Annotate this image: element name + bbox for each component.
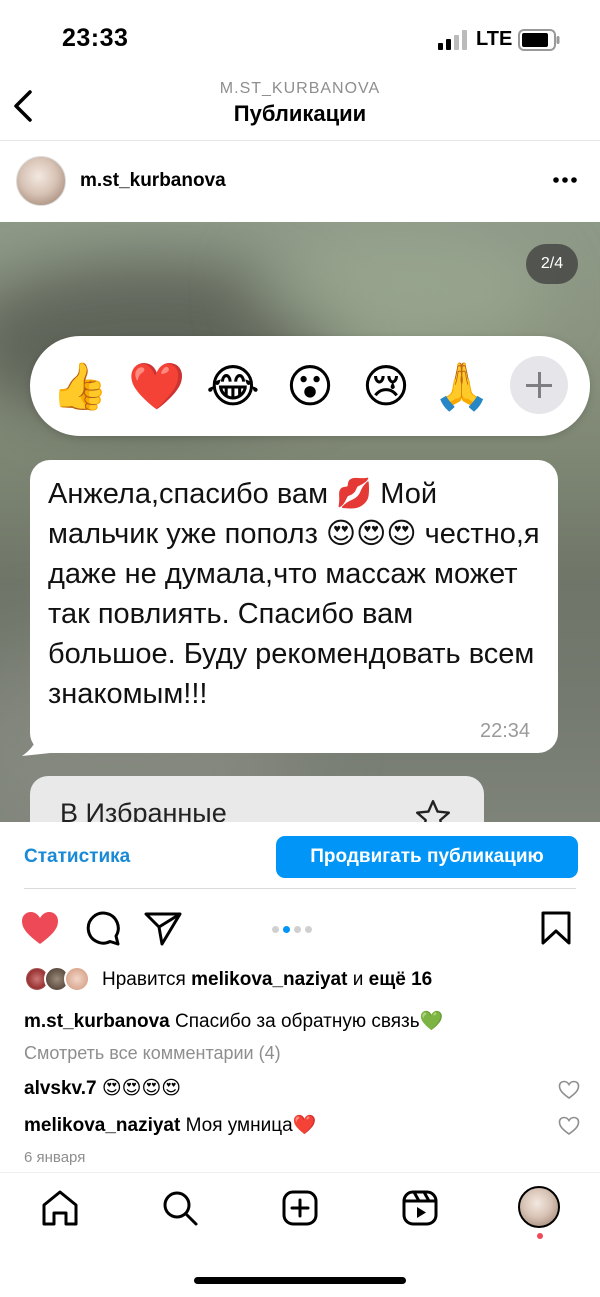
post-caption: m.st_kurbanova Спасибо за обратную связь… [24, 1009, 443, 1033]
home-icon[interactable] [40, 1188, 80, 1228]
carousel-dot [305, 926, 312, 933]
comment-like-icon[interactable] [558, 1080, 580, 1100]
carousel-dot [294, 926, 301, 933]
comment-text: 😍😍😍😍 [101, 1078, 182, 1099]
promote-button[interactable]: Продвигать публикацию [276, 836, 578, 878]
post-date: 6 января [24, 1149, 86, 1166]
statistics-link[interactable]: Статистика [24, 846, 130, 868]
header-username: M.ST_KURBANOVA [219, 80, 381, 97]
profile-tab-avatar[interactable] [518, 1186, 560, 1228]
likes-prefix: Нравится [102, 969, 186, 990]
carousel-dot [272, 926, 279, 933]
caption-user[interactable]: m.st_kurbanova [24, 1011, 170, 1032]
favorites-label: В Избранные [60, 798, 227, 822]
comment-row: alvskv.7 😍😍😍😍 [24, 1077, 181, 1100]
comment-like-icon[interactable] [558, 1116, 580, 1136]
likes-joiner: и [352, 969, 364, 990]
more-icon[interactable] [548, 168, 582, 192]
author-avatar[interactable] [16, 156, 66, 206]
comment-user[interactable]: melikova_naziyat [24, 1115, 180, 1136]
carousel-dots [272, 920, 316, 938]
battery-icon [518, 29, 560, 51]
laughing-icon: 😂 [206, 360, 260, 412]
share-icon[interactable] [144, 910, 182, 946]
home-indicator[interactable] [194, 1277, 406, 1284]
reels-icon[interactable] [400, 1188, 440, 1228]
caption-text: Спасибо за обратную связь💚 [175, 1011, 444, 1032]
notification-dot [537, 1233, 543, 1239]
message-text: Анжела,спасибо вам 💋 Мой мальчик уже поп… [48, 478, 540, 710]
comment-user[interactable]: alvskv.7 [24, 1078, 97, 1099]
star-icon [415, 799, 451, 822]
author-username[interactable]: m.st_kurbanova [80, 170, 226, 192]
stats-divider [24, 888, 576, 889]
reaction-bar: 👍 ❤️ 😂 😮 😢 🙏 [30, 336, 590, 436]
plus-icon [510, 356, 568, 414]
heart-icon[interactable] [20, 910, 60, 946]
comment-row: melikova_naziyat Моя умница❤️ [24, 1113, 316, 1137]
status-time: 23:33 [62, 24, 129, 52]
praying-hands-icon: 🙏 [433, 360, 491, 412]
comment-icon[interactable] [84, 910, 120, 946]
liker-avatar [64, 966, 90, 992]
image-counter: 2/4 [526, 244, 578, 284]
new-post-icon[interactable] [280, 1188, 320, 1228]
network-label: LTE [476, 28, 513, 50]
crying-icon: 😢 [362, 360, 410, 412]
bookmark-icon[interactable] [540, 910, 572, 946]
search-icon[interactable] [160, 1188, 200, 1228]
comment-text: Моя умница❤️ [185, 1115, 317, 1136]
likes-rest[interactable]: ещё 16 [369, 969, 433, 990]
view-all-comments-link[interactable]: Смотреть все комментарии (4) [24, 1043, 281, 1064]
tabbar-divider [0, 1172, 600, 1173]
heart-emoji-icon: ❤️ [128, 360, 186, 412]
page-title: Публикации [233, 101, 367, 126]
thumbs-up-icon: 👍 [51, 360, 109, 412]
carousel-dot [283, 926, 290, 933]
likes-summary[interactable]: Нравится melikova_naziyat и ещё 16 [102, 969, 432, 991]
signal-icon [438, 30, 467, 50]
likes-user[interactable]: melikova_naziyat [191, 969, 347, 990]
header-divider [0, 140, 600, 141]
message-time: 22:34 [480, 720, 531, 742]
favorites-clip: В Избранные [0, 776, 600, 822]
surprised-icon: 😮 [286, 360, 334, 412]
